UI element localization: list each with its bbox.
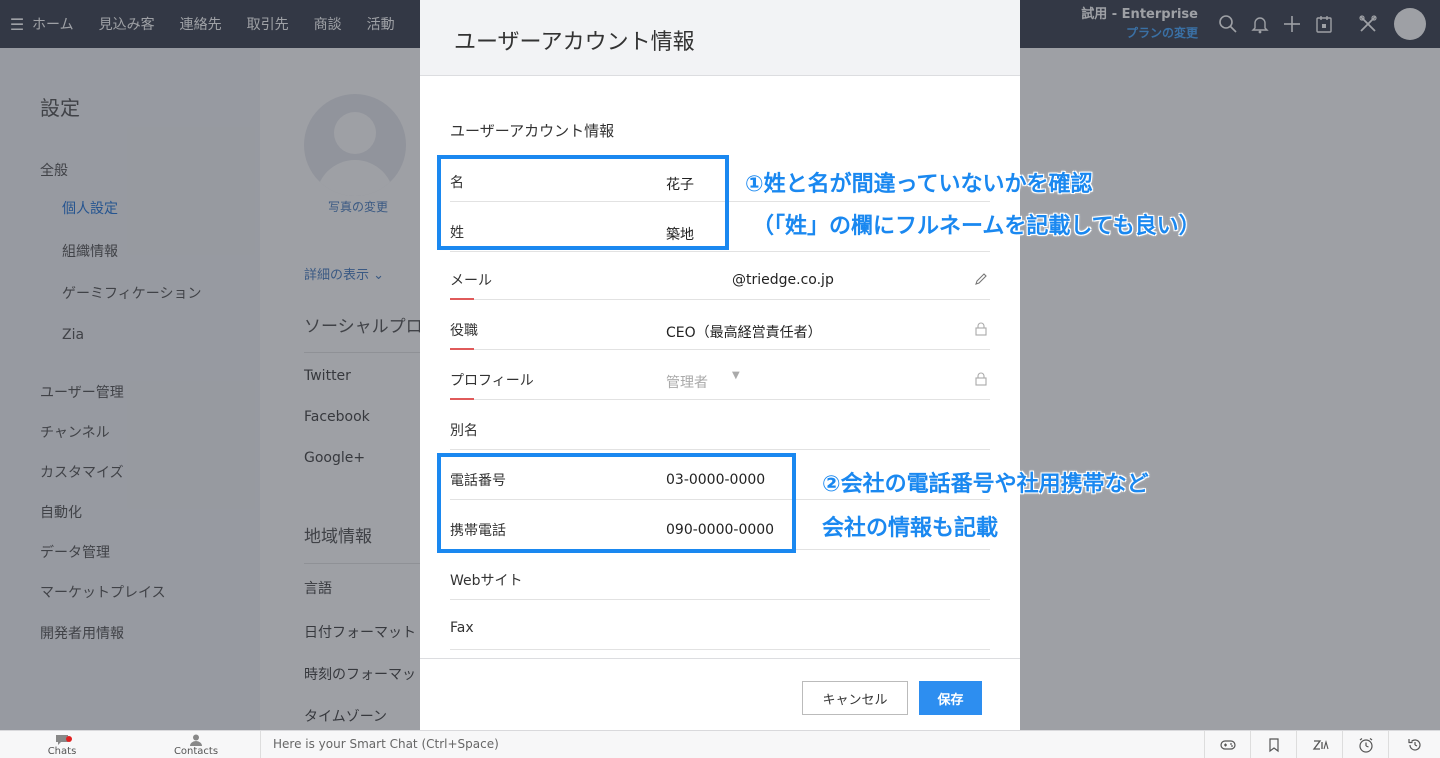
gamepad-icon[interactable] (1204, 731, 1250, 758)
contacts-label: Contacts (173, 746, 219, 757)
annotation-note-2-line-2: 会社の情報も記載 (822, 516, 999, 541)
profile-value: 管理者 (666, 375, 708, 391)
annotation-box-name (437, 155, 729, 250)
fax-label: Fax (450, 620, 474, 636)
profile-field: プロフィール 管理者 ▼ (450, 364, 990, 400)
save-button[interactable]: 保存 (919, 681, 982, 715)
website-field[interactable]: Webサイト (450, 564, 990, 600)
lock-icon (975, 372, 987, 386)
chats-button[interactable]: Chats (22, 734, 102, 757)
annotation-note-2-line-1: ②会社の電話番号や社用携帯など (822, 472, 1149, 497)
contacts-person-icon (190, 734, 202, 746)
contacts-button[interactable]: Contacts (156, 734, 236, 757)
bottom-bar: Chats Contacts Here is your Smart Chat (… (0, 730, 1440, 758)
email-label: メール (450, 273, 492, 289)
alarm-clock-icon[interactable] (1342, 731, 1388, 758)
chats-label: Chats (47, 746, 77, 757)
lock-icon (975, 322, 987, 336)
modal-title: ユーザーアカウント情報 (454, 30, 695, 55)
alias-field[interactable]: 別名 (450, 414, 990, 450)
alias-label: 別名 (450, 423, 478, 439)
zia-icon[interactable] (1296, 731, 1342, 758)
website-label: Webサイト (450, 573, 523, 589)
cancel-button[interactable]: キャンセル (802, 681, 908, 715)
required-marker (450, 348, 474, 350)
profile-label: プロフィール (450, 373, 534, 389)
section-title: ユーザーアカウント情報 (450, 122, 615, 140)
role-label: 役職 (450, 323, 478, 339)
role-value: CEO（最高経営責任者） (666, 325, 822, 341)
user-account-modal: ユーザーアカウント情報 ユーザーアカウント情報 名 花子 姓 築地 メール @t… (420, 0, 1020, 730)
notes-icon[interactable] (1250, 731, 1296, 758)
smart-chat-input[interactable]: Here is your Smart Chat (Ctrl+Space) (260, 731, 1204, 758)
annotation-box-phone (437, 453, 796, 553)
email-field[interactable]: メール @triedge.co.jp (450, 264, 990, 300)
required-marker (450, 298, 474, 300)
dropdown-caret-icon: ▼ (732, 370, 740, 381)
unread-dot (66, 736, 72, 742)
annotation-note-1-line-1: ①姓と名が間違っていないかを確認 (745, 172, 1093, 197)
modal-header: ユーザーアカウント情報 (420, 0, 1020, 76)
fax-field[interactable]: Fax (450, 614, 990, 650)
annotation-note-1-line-2: （「姓」の欄にフルネームを記載しても良い） (752, 214, 1201, 239)
pencil-edit-icon[interactable] (974, 272, 988, 286)
required-marker (450, 398, 474, 400)
history-icon[interactable] (1388, 731, 1440, 758)
role-field: 役職 CEO（最高経営責任者） (450, 314, 990, 350)
modal-footer: キャンセル 保存 (420, 658, 1020, 730)
email-value[interactable]: @triedge.co.jp (732, 272, 834, 288)
